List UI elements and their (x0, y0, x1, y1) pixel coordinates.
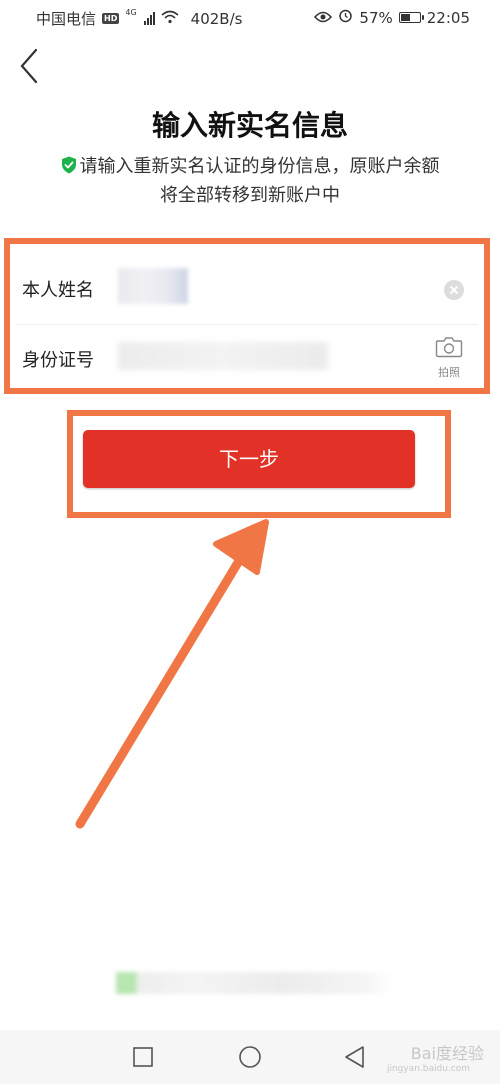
camera-button[interactable]: 拍照 (434, 336, 464, 380)
signal-icon (143, 12, 155, 25)
subtitle-line2: 将全部转移到新账户中 (160, 185, 340, 206)
status-bar: 中国电信 HD 4G 402B/s 57% 22:05 (0, 0, 500, 36)
chevron-left-icon (20, 48, 38, 84)
clock: 22:05 (426, 8, 470, 27)
hd-badge: HD (102, 13, 120, 24)
circle-icon (239, 1046, 261, 1068)
name-label: 本人姓名 (22, 280, 94, 301)
identity-form: 本人姓名 刘 身份证号 请 拍照 (4, 238, 490, 394)
square-icon (133, 1047, 153, 1067)
system-back-button[interactable] (342, 1044, 368, 1070)
next-button[interactable]: 下一步 (83, 430, 415, 488)
network-speed: 402B/s (190, 9, 243, 28)
battery-percent: 57% (359, 8, 393, 27)
subtitle-line1: 请输入重新实名认证的身份信息，原账户余额 (79, 156, 440, 177)
carrier-name: 中国电信 (36, 10, 97, 28)
name-input[interactable]: 刘 (118, 268, 188, 304)
page-title: 输入新实名信息 (151, 109, 348, 142)
shield-check-icon (61, 156, 76, 174)
net-type: 4G (125, 8, 137, 17)
camera-icon (435, 337, 463, 358)
wifi-icon (161, 10, 179, 28)
battery-icon (398, 12, 424, 23)
watermark: Bai度经验 (410, 1044, 484, 1063)
blurred-footer-link (116, 972, 392, 994)
watermark-url: jingyan.baidu.com (386, 1064, 470, 1074)
id-number-input[interactable]: 请 (118, 342, 328, 370)
id-row: 身份证号 请 拍照 (16, 326, 478, 394)
clear-icon[interactable] (444, 280, 464, 300)
home-button[interactable] (237, 1044, 263, 1070)
alarm-icon (338, 8, 353, 27)
eye-icon (314, 9, 333, 27)
subtitle: 请输入重新实名认证的身份信息，原账户余额 将全部转移到新账户中 (30, 152, 470, 210)
next-button-highlight: 下一步 (67, 410, 451, 518)
back-button[interactable] (14, 46, 46, 86)
triangle-back-icon (345, 1046, 364, 1068)
camera-label: 拍照 (438, 366, 460, 379)
recent-apps-button[interactable] (130, 1044, 156, 1070)
name-row: 本人姓名 刘 (16, 256, 478, 325)
id-label: 身份证号 (22, 350, 94, 371)
